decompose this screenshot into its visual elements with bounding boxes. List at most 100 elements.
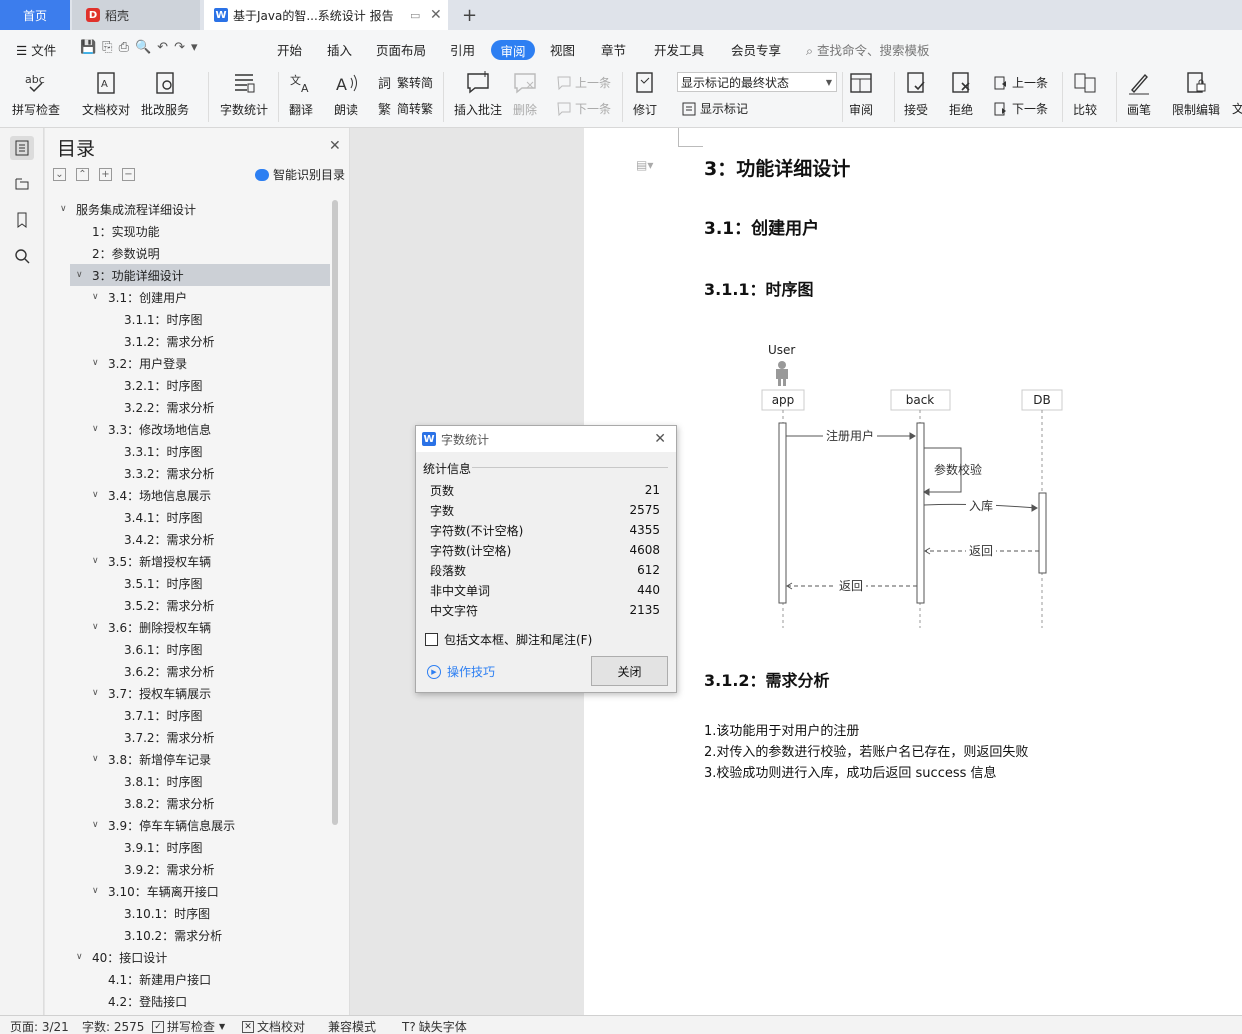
toc-item[interactable]: ∨ 3.9：停车车辆信息展示 xyxy=(45,814,325,836)
toc-item[interactable]: 3.4.2：需求分析 xyxy=(45,528,325,550)
dialog-close-button[interactable]: 关闭 xyxy=(591,656,668,686)
chevron-down-icon[interactable]: ∨ xyxy=(92,358,104,368)
tab-home[interactable]: 首页 xyxy=(0,0,70,30)
expand-up-icon[interactable]: ⌃ xyxy=(76,168,89,181)
toc-item[interactable]: 3.1.1：时序图 xyxy=(45,308,325,330)
prev-change-button[interactable]: 上一条 xyxy=(993,74,1048,91)
new-tab-button[interactable]: + xyxy=(462,0,477,30)
toc-item[interactable]: 1：实现功能 xyxy=(45,220,325,242)
float-window-icon[interactable]: ▭ xyxy=(410,9,420,22)
menu-insert[interactable]: 插入 xyxy=(327,40,352,59)
toc-item[interactable]: 3.9.1：时序图 xyxy=(45,836,325,858)
menu-start[interactable]: 开始 xyxy=(277,40,302,59)
toc-item[interactable]: 3.8.2：需求分析 xyxy=(45,792,325,814)
show-markup-button[interactable]: 显示标记 xyxy=(681,100,748,117)
bookmark-icon[interactable] xyxy=(10,208,34,232)
close-tab-icon[interactable]: ✕ xyxy=(430,7,442,23)
checkbox-box[interactable] xyxy=(425,633,438,646)
accept-button[interactable]: 接受 xyxy=(903,70,929,118)
tips-link[interactable]: ▶ 操作技巧 xyxy=(427,663,495,680)
pen-button[interactable]: 画笔 xyxy=(1126,70,1152,118)
chevron-down-icon[interactable]: ∨ xyxy=(92,886,104,896)
toc-panel-icon[interactable] xyxy=(10,136,34,160)
toc-item[interactable]: 2：参数说明 xyxy=(45,242,325,264)
toc-item[interactable]: 3.9.2：需求分析 xyxy=(45,858,325,880)
chevron-down-icon[interactable]: ∨ xyxy=(60,204,72,214)
chevron-down-icon[interactable]: ∨ xyxy=(92,688,104,698)
status-spell[interactable]: ✓ 拼写检查 ▼ xyxy=(152,1018,225,1034)
toc-item[interactable]: 3.7.2：需求分析 xyxy=(45,726,325,748)
menu-review[interactable]: 审阅 xyxy=(491,40,535,60)
chevron-down-icon[interactable]: ∨ xyxy=(92,556,104,566)
toc-item[interactable]: 3.3.1：时序图 xyxy=(45,440,325,462)
toc-item[interactable]: ∨ 3.2：用户登录 xyxy=(45,352,325,374)
simp-to-trad-button[interactable]: 繁简转繁 xyxy=(378,100,433,117)
toc-item[interactable]: ∨ 3.6：删除授权车辆 xyxy=(45,616,325,638)
chevron-down-icon[interactable]: ∨ xyxy=(92,490,104,500)
status-words[interactable]: 字数: 2575 xyxy=(82,1018,144,1034)
toc-item[interactable]: ∨ 3.3：修改场地信息 xyxy=(45,418,325,440)
toc-item[interactable]: 3.10.2：需求分析 xyxy=(45,924,325,946)
toc-item[interactable]: ∨ 40：接口设计 xyxy=(45,946,325,968)
doc-check-button[interactable]: A 文档校对 xyxy=(82,70,130,118)
toc-item[interactable]: 3.2.2：需求分析 xyxy=(45,396,325,418)
toc-item[interactable]: 3.6.2：需求分析 xyxy=(45,660,325,682)
paragraph-options-icon[interactable]: ▤▾ xyxy=(636,158,653,172)
chevron-down-icon[interactable]: ∨ xyxy=(76,270,88,280)
include-textbox-checkbox[interactable]: 包括文本框、脚注和尾注(F) xyxy=(425,631,592,648)
doc-cut-button[interactable]: 文 xyxy=(1232,100,1242,117)
next-comment-button[interactable]: 下一条 xyxy=(556,100,611,117)
chevron-down-icon[interactable]: ∨ xyxy=(92,622,104,632)
status-doc-check[interactable]: ✕ 文档校对 xyxy=(242,1018,305,1034)
next-change-button[interactable]: 下一条 xyxy=(993,100,1048,117)
read-aloud-button[interactable]: A 朗读 xyxy=(333,70,359,118)
menu-reference[interactable]: 引用 xyxy=(450,40,475,59)
spell-check-button[interactable]: abc 拼写检查 xyxy=(12,70,60,118)
toc-item[interactable]: ∨ 3.4：场地信息展示 xyxy=(45,484,325,506)
menu-member[interactable]: 会员专享 xyxy=(731,40,781,59)
close-icon[interactable]: ✕ xyxy=(654,431,666,447)
chevron-down-icon[interactable]: ∨ xyxy=(76,952,88,962)
reject-button[interactable]: 拒绝 xyxy=(948,70,974,118)
toc-item[interactable]: ∨ 3.7：授权车辆展示 xyxy=(45,682,325,704)
toc-item[interactable]: 3.3.2：需求分析 xyxy=(45,462,325,484)
search-icon[interactable] xyxy=(10,244,34,268)
insert-comment-button[interactable]: 插入批注 xyxy=(454,70,502,118)
add-level-icon[interactable]: + xyxy=(99,168,112,181)
compare-button[interactable]: 比较 xyxy=(1072,70,1098,118)
chevron-down-icon[interactable]: ∨ xyxy=(92,424,104,434)
menu-devtools[interactable]: 开发工具 xyxy=(654,40,704,59)
translate-button[interactable]: 文A 翻译 xyxy=(288,70,314,118)
toc-item[interactable]: 3.6.1：时序图 xyxy=(45,638,325,660)
restrict-edit-button[interactable]: 限制编辑 xyxy=(1172,70,1220,118)
trad-to-simp-button[interactable]: 詞繁转简 xyxy=(378,74,433,91)
toc-item[interactable]: ∨ 3.8：新增停车记录 xyxy=(45,748,325,770)
command-search[interactable]: ⌕ 查找命令、搜索模板 xyxy=(806,40,930,59)
collapse-all-icon[interactable]: ⌄ xyxy=(53,168,66,181)
batch-service-button[interactable]: 批改服务 xyxy=(141,70,189,118)
toc-item[interactable]: ∨ 3：功能详细设计 xyxy=(70,264,330,286)
menu-layout[interactable]: 页面布局 xyxy=(376,40,426,59)
toc-item[interactable]: 4.2：登陆接口 xyxy=(45,990,325,1012)
toc-item[interactable]: 4.1：新建用户接口 xyxy=(45,968,325,990)
toc-item[interactable]: 3.2.1：时序图 xyxy=(45,374,325,396)
toc-item[interactable]: 3.5.2：需求分析 xyxy=(45,594,325,616)
tab-document[interactable]: W 基于Java的智...系统设计 报告 ▭ ✕ xyxy=(204,0,448,30)
toc-item[interactable]: ∨ 3.10：车辆离开接口 xyxy=(45,880,325,902)
menu-view[interactable]: 视图 xyxy=(550,40,575,59)
menu-chapter[interactable]: 章节 xyxy=(601,40,626,59)
status-missing-font[interactable]: T? 缺失字体 xyxy=(402,1018,467,1034)
toc-item[interactable]: 3.5.1：时序图 xyxy=(45,572,325,594)
delete-comment-button[interactable]: 删除 xyxy=(512,70,538,118)
toc-item[interactable]: ∨ 服务集成流程详细设计 xyxy=(45,198,325,220)
toc-item[interactable]: 3.7.1：时序图 xyxy=(45,704,325,726)
chevron-down-icon[interactable]: ∨ xyxy=(92,754,104,764)
chevron-down-icon[interactable]: ∨ xyxy=(92,292,104,302)
toc-item[interactable]: 3.10.1：时序图 xyxy=(45,902,325,924)
file-menu[interactable]: ☰ 文件 xyxy=(16,40,56,59)
toc-item[interactable]: 3.8.1：时序图 xyxy=(45,770,325,792)
smart-toc-button[interactable]: 智能识别目录 xyxy=(255,166,345,183)
toc-item[interactable]: 3.4.1：时序图 xyxy=(45,506,325,528)
chevron-down-icon[interactable]: ∨ xyxy=(92,820,104,830)
status-page[interactable]: 页面: 3/21 xyxy=(10,1018,69,1034)
